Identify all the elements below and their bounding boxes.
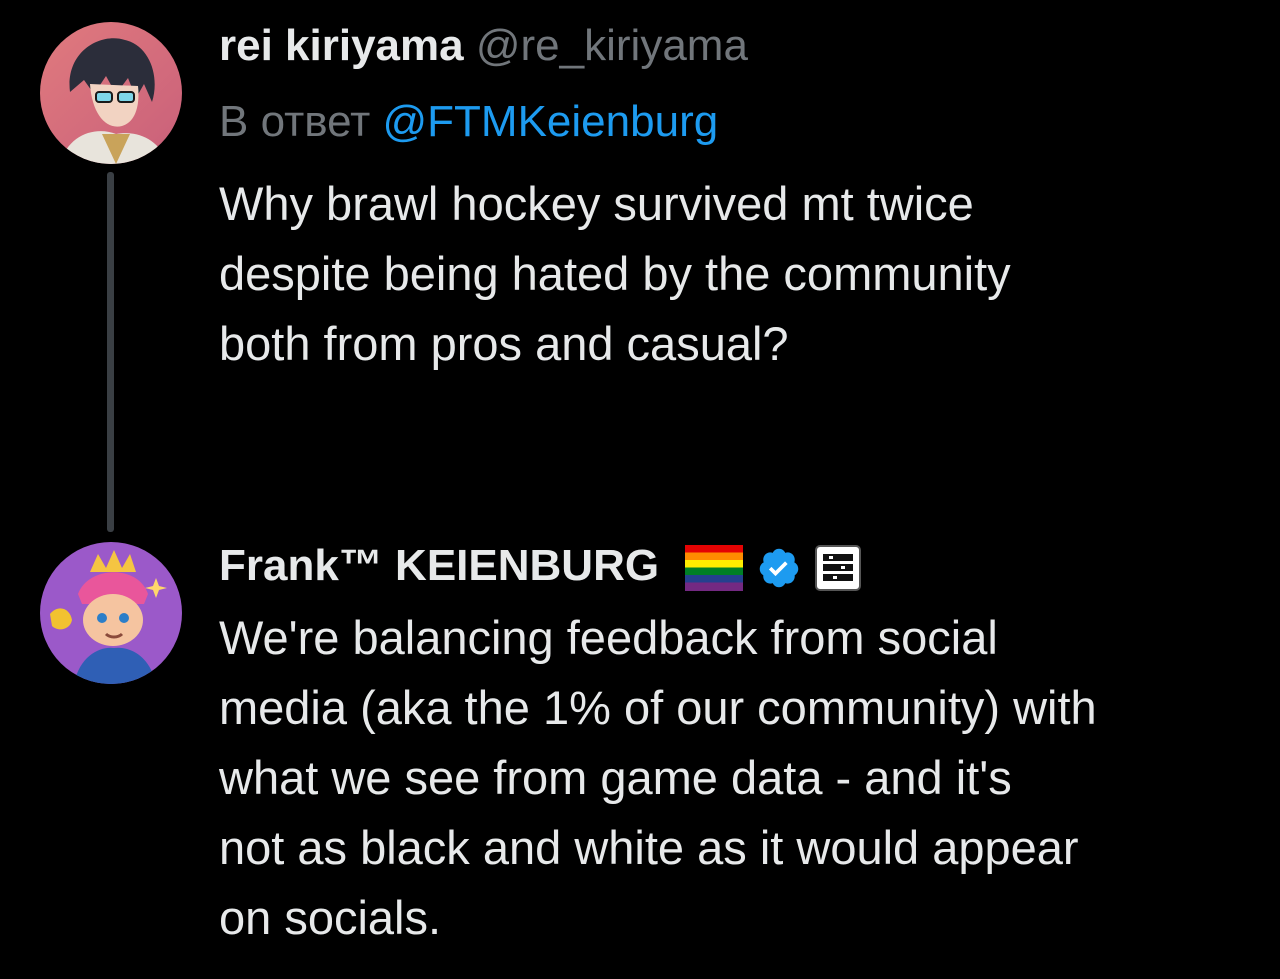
reply-prefix: В ответ — [219, 97, 371, 146]
verified-badge-icon[interactable] — [757, 546, 801, 590]
reply-context: В ответ @FTMKeienburg — [219, 96, 718, 148]
anime-character-avatar-icon — [40, 22, 182, 164]
user-badges — [685, 545, 862, 592]
tweet-text: Why brawl hockey survived mt twice despi… — [219, 177, 1011, 370]
user-handle[interactable]: @re_kiriyama — [476, 21, 748, 70]
tweet-text: We're balancing feedback from social med… — [219, 611, 1097, 944]
tweet-frank[interactable]: Frank™ KEIENBURG We're balancing feedbac… — [0, 540, 1280, 979]
brawl-stars-character-avatar-icon — [40, 542, 182, 684]
tweet-header: Frank™ KEIENBURG — [219, 540, 862, 592]
supercell-affiliate-icon[interactable] — [815, 545, 862, 592]
thread-connector-line — [107, 172, 114, 532]
display-name[interactable]: rei kiriyama — [219, 21, 464, 70]
avatar[interactable] — [40, 542, 182, 684]
tweet-reply-rei[interactable]: rei kiriyama @re_kiriyama В ответ @FTMKe… — [0, 0, 1280, 540]
avatar[interactable] — [40, 22, 182, 164]
rainbow-flag-icon — [685, 545, 744, 592]
reply-mention-link[interactable]: @FTMKeienburg — [383, 97, 719, 146]
display-name[interactable]: Frank™ KEIENBURG — [219, 541, 659, 590]
tweet-header: rei kiriyama @re_kiriyama — [219, 20, 748, 72]
